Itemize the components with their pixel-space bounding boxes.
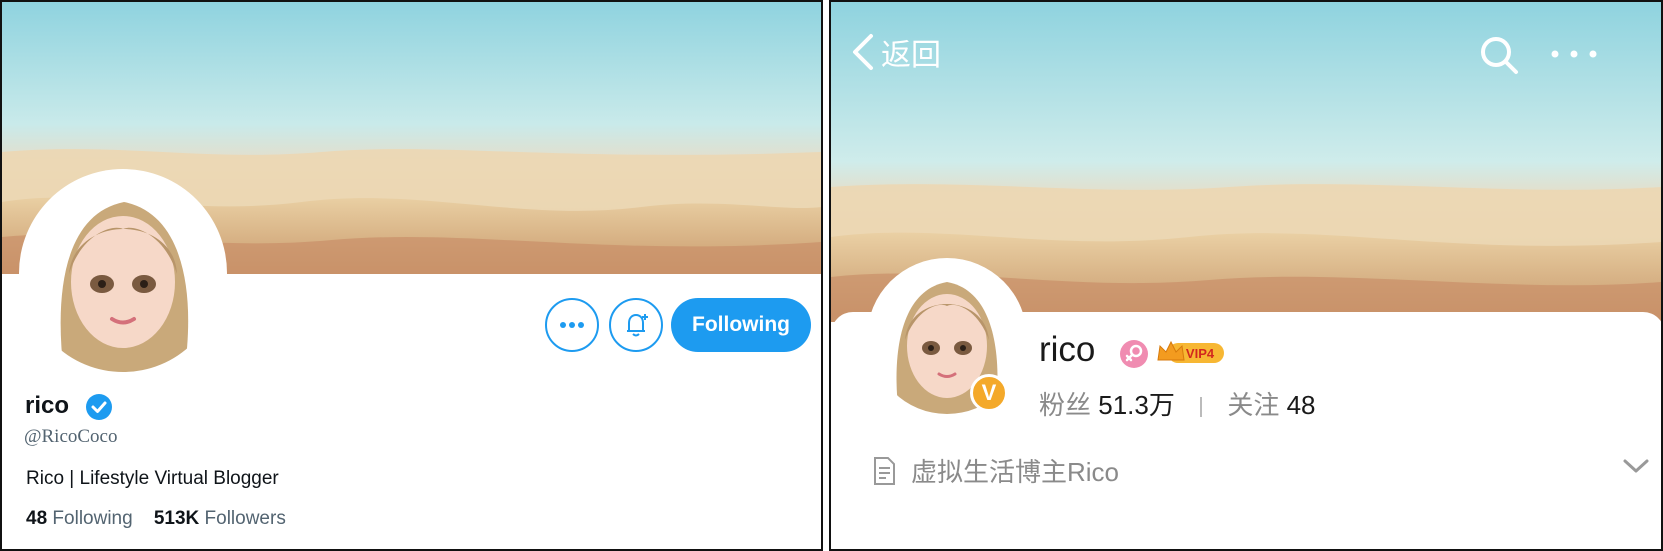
document-icon <box>874 456 895 485</box>
more-icon <box>560 322 584 328</box>
display-name: rico <box>1039 330 1096 369</box>
vip-badge[interactable]: VIP4 <box>1156 338 1226 368</box>
notification-bell-icon <box>627 313 648 337</box>
profile-bio-row[interactable]: 虚拟生活博主Rico <box>871 452 1119 489</box>
fans-link[interactable]: 粉丝 51.3万 <box>1039 390 1182 420</box>
display-name: rico <box>25 392 70 419</box>
fans-label: 粉丝 <box>1039 390 1092 420</box>
followers-link[interactable]: 513K Followers <box>154 508 286 529</box>
following-button[interactable]: Following <box>671 298 811 352</box>
user-handle: @RicoCoco <box>24 426 118 447</box>
back-chevron-icon <box>853 34 873 70</box>
verified-icon <box>86 394 112 420</box>
divider <box>1200 397 1203 418</box>
twitter-profile-panel: Following rico @RicoCoco Rico | Lifestyl… <box>0 0 823 551</box>
following-link[interactable]: 关注 48 <box>1227 390 1315 420</box>
more-icon[interactable] <box>1549 40 1599 68</box>
search-icon[interactable] <box>1478 34 1520 76</box>
back-label: 返回 <box>881 39 941 72</box>
female-icon <box>1120 340 1148 368</box>
notifications-button[interactable] <box>609 298 663 352</box>
following-count: 48 <box>26 508 48 529</box>
profile-bio: 虚拟生活博主Rico <box>911 457 1120 487</box>
following-link[interactable]: 48 Following <box>26 508 138 529</box>
chevron-down-icon[interactable] <box>1621 454 1651 478</box>
followers-count: 513K <box>153 508 200 529</box>
weibo-profile-panel: 返回 V rico VIP4 粉丝 51.3万 关注 48 虚拟生活博主Rico <box>829 0 1663 551</box>
back-button[interactable]: 返回 <box>851 30 941 74</box>
fans-count: 51.3万 <box>1098 390 1175 420</box>
profile-bio: Rico | Lifestyle Virtual Blogger <box>26 468 279 489</box>
follow-count: 48 <box>1286 390 1316 420</box>
following-label: Following <box>52 508 133 529</box>
profile-avatar[interactable] <box>24 174 222 372</box>
verified-badge: V <box>970 374 1008 412</box>
more-options-button[interactable] <box>545 298 599 352</box>
follow-stats: 48 Following 513K Followers <box>26 508 286 530</box>
follow-label: 关注 <box>1227 390 1280 420</box>
follow-stats: 粉丝 51.3万 关注 48 <box>1039 385 1316 422</box>
vip-label: VIP4 <box>1186 346 1215 361</box>
followers-label: Followers <box>204 508 286 529</box>
